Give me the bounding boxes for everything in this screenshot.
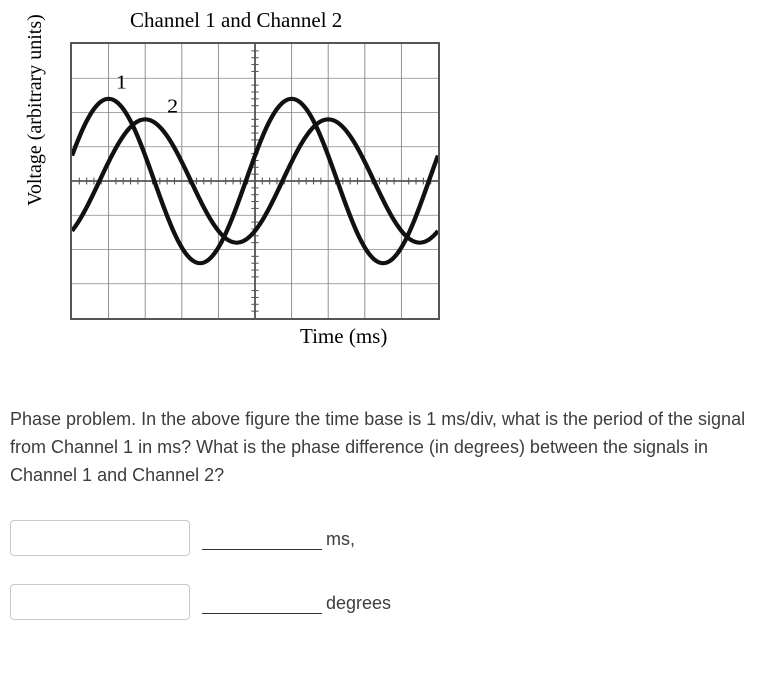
question-text: Phase problem. In the above figure the t… [10,406,772,490]
page-root: Channel 1 and Channel 2 Voltage (arbitra… [0,0,782,678]
period-input[interactable] [10,520,190,556]
phase-input[interactable] [10,584,190,620]
scope-svg: 1 2 [72,44,438,318]
phase-unit: degrees [326,593,391,614]
channel-2-label: 2 [167,94,178,117]
blank-line [202,549,322,550]
blank-line [202,613,322,614]
oscilloscope-screen: 1 2 [70,42,440,320]
x-axis-label: Time (ms) [300,324,387,349]
phase-answer-row: degrees [10,584,772,620]
period-answer-row: ms, [10,520,772,556]
period-unit: ms, [326,529,355,550]
chart-title: Channel 1 and Channel 2 [130,8,342,33]
y-axis-label: Voltage (arbitrary units) [24,14,47,206]
oscilloscope-figure: Channel 1 and Channel 2 Voltage (arbitra… [10,6,772,366]
channel-1-label: 1 [116,70,127,93]
